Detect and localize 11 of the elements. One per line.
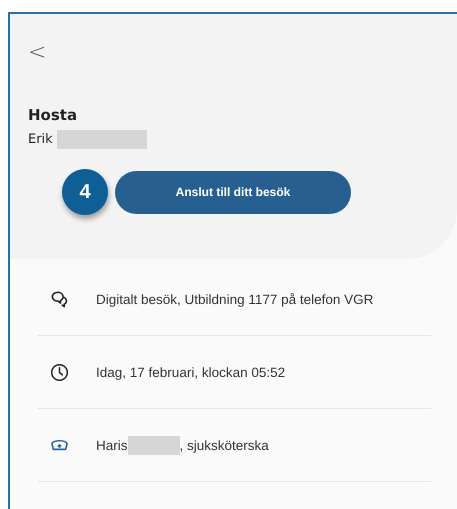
detail-text: Idag, 17 februari, klockan 05:52 bbox=[96, 364, 286, 380]
patient-name: Erik bbox=[28, 132, 53, 147]
step-badge: 4 bbox=[62, 169, 108, 215]
back-button[interactable]: < bbox=[28, 42, 46, 64]
visit-title: Hosta bbox=[28, 106, 78, 124]
chat-bubbles-icon bbox=[50, 290, 69, 308]
detail-text: , sjuksköterska bbox=[180, 438, 269, 452]
detail-text: Digitalt besök, Utbildning 1177 på telefon VGR bbox=[96, 292, 374, 306]
clock-icon bbox=[50, 362, 69, 382]
detail-text: Haris bbox=[96, 438, 128, 452]
join-button[interactable]: Anslut till ditt besök bbox=[115, 170, 351, 214]
